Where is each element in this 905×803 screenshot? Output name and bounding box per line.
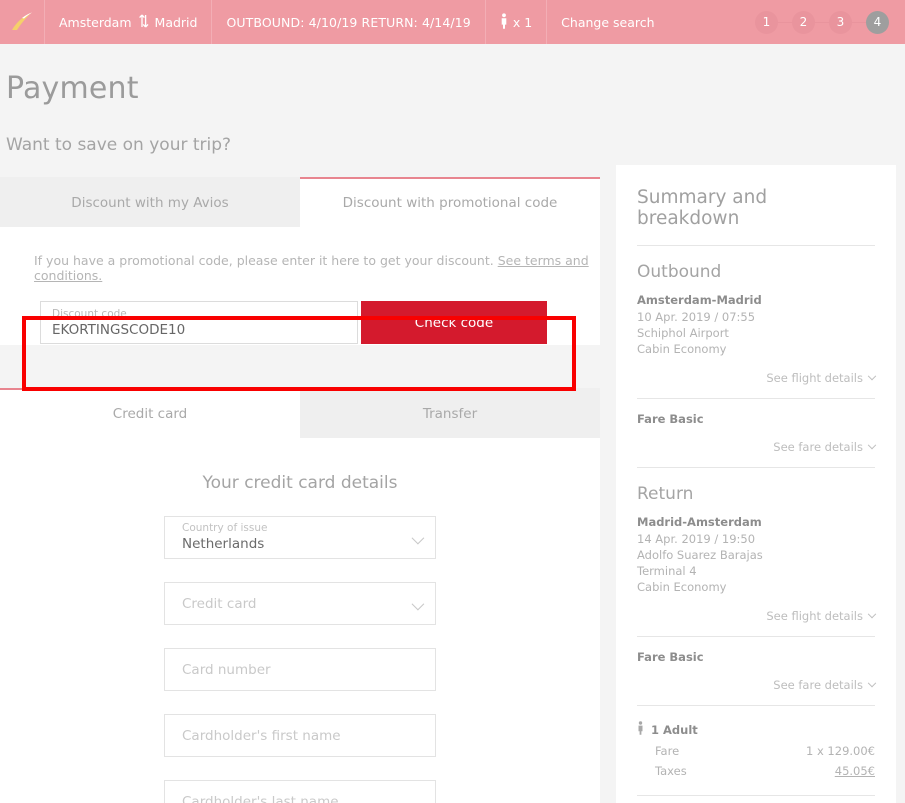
step-1[interactable]: 1 <box>755 10 778 34</box>
promo-input-row: Discount code EKORTINGSCODE10 Check code <box>0 283 600 344</box>
exchange-arrows-icon <box>138 14 149 31</box>
page-title: Payment <box>6 71 139 106</box>
cardholder-last-name-field[interactable]: Cardholder's last name <box>164 780 436 803</box>
leg-outbound-datetime: 10 Apr. 2019 / 07:55 <box>637 310 756 324</box>
promo-instructions-text: If you have a promotional code, please e… <box>34 253 494 268</box>
card-number-placeholder: Card number <box>182 661 271 678</box>
change-search-link[interactable]: Change search <box>547 0 668 44</box>
page-body: Payment Want to save on your trip? Disco… <box>0 44 905 803</box>
chevron-down-icon <box>867 440 877 450</box>
chevron-down-icon <box>867 371 877 381</box>
cardholder-first-name-placeholder: Cardholder's first name <box>182 727 341 744</box>
payment-tabs: Credit card Transfer <box>0 388 600 438</box>
fare-amount: 1 x 129.00€ <box>806 744 875 758</box>
header-spacer <box>669 0 755 44</box>
leg-return-cabin: Cabin Economy <box>637 580 727 594</box>
credit-card-type-placeholder: Credit card <box>182 595 257 612</box>
return-fare-details-link[interactable]: See fare details <box>637 664 877 705</box>
leg-return-datetime: 14 Apr. 2019 / 19:50 <box>637 532 756 546</box>
price-row-taxes: Taxes 45.05€ <box>637 761 875 781</box>
passenger-group-row: 1 Adult <box>637 706 875 741</box>
credit-card-heading: Your credit card details <box>202 473 398 493</box>
check-code-button[interactable]: Check code <box>361 301 547 344</box>
header-route: Amsterdam Madrid <box>45 0 213 44</box>
app-header: Amsterdam Madrid OUTBOUND: 4/10/19 RETUR… <box>0 0 905 44</box>
iberia-logo-icon <box>9 10 35 34</box>
outbound-fare-details-label: See fare details <box>773 440 863 454</box>
country-of-issue-field[interactable]: Country of issue Netherlands <box>164 516 436 559</box>
fare-label: Fare <box>655 744 680 758</box>
discount-code-label: Discount code <box>52 308 127 320</box>
chevron-down-icon <box>867 678 877 688</box>
left-column: Payment Want to save on your trip? Disco… <box>0 44 600 803</box>
iberia-logo[interactable] <box>0 0 45 44</box>
step-4[interactable]: 4 <box>866 10 889 34</box>
leg-outbound-heading: Outbound <box>637 262 722 282</box>
passenger-icon <box>637 721 644 738</box>
credit-card-type-field[interactable]: Credit card <box>164 582 436 625</box>
chevron-down-icon <box>867 609 877 619</box>
leg-return-terminal: Terminal 4 <box>637 564 697 578</box>
step-connector <box>778 21 792 23</box>
taxes-label: Taxes <box>655 764 687 778</box>
card-number-field[interactable]: Card number <box>164 648 436 691</box>
tab-credit-card[interactable]: Credit card <box>0 388 300 438</box>
leg-return-airport: Adolfo Suarez Barajas <box>637 548 763 562</box>
cardholder-last-name-placeholder: Cardholder's last name <box>182 793 339 803</box>
leg-return-heading: Return <box>637 484 694 504</box>
return-flight-details-link[interactable]: See flight details <box>637 595 877 636</box>
taxes-amount: 45.05€ <box>834 764 875 778</box>
leg-return: Return Madrid-Amsterdam 14 Apr. 2019 / 1… <box>637 468 877 706</box>
save-prompt-heading: Want to save on your trip? <box>6 135 232 155</box>
tab-discount-avios[interactable]: Discount with my Avios <box>0 177 300 227</box>
step-3[interactable]: 3 <box>829 10 852 34</box>
credit-card-panel: Your credit card details Country of issu… <box>0 438 600 803</box>
discount-tabs: Discount with my Avios Discount with pro… <box>0 177 600 227</box>
tab-transfer[interactable]: Transfer <box>300 388 600 438</box>
leg-outbound-airport: Schiphol Airport <box>637 326 729 340</box>
step-2[interactable]: 2 <box>792 10 815 34</box>
passenger-count: x 1 <box>512 14 533 30</box>
payment-section: Credit card Transfer Your credit card de… <box>0 388 600 803</box>
leg-outbound-route: Amsterdam-Madrid <box>637 293 762 307</box>
outbound-flight-details-label: See flight details <box>766 371 863 385</box>
header-dates: OUTBOUND: 4/10/19 RETURN: 4/14/19 <box>212 0 486 44</box>
leg-outbound: Outbound Amsterdam-Madrid 10 Apr. 2019 /… <box>637 246 877 468</box>
total-row: Total 174.05€ <box>637 796 875 803</box>
return-fare-details-label: See fare details <box>773 678 863 692</box>
route-origin: Amsterdam <box>59 14 132 30</box>
outbound-flight-details-link[interactable]: See flight details <box>637 357 877 398</box>
step-connector <box>852 21 866 23</box>
step-connector <box>815 21 829 23</box>
country-of-issue-value: Netherlands <box>182 536 265 552</box>
discount-code-input[interactable]: Discount code EKORTINGSCODE10 <box>40 301 358 344</box>
tab-discount-promo[interactable]: Discount with promotional code <box>300 177 600 227</box>
return-fare-name: Fare Basic <box>637 650 704 664</box>
outbound-fare-name: Fare Basic <box>637 412 704 426</box>
passenger-group-label: 1 Adult <box>651 722 698 737</box>
outbound-fare-details-link[interactable]: See fare details <box>637 426 877 467</box>
return-flight-details-label: See flight details <box>766 609 863 623</box>
route-destination: Madrid <box>154 14 198 30</box>
leg-return-route: Madrid-Amsterdam <box>637 515 762 529</box>
country-of-issue-label: Country of issue <box>182 522 268 534</box>
promo-panel: If you have a promotional code, please e… <box>0 227 600 345</box>
cardholder-first-name-field[interactable]: Cardholder's first name <box>164 714 436 757</box>
price-row-fare: Fare 1 x 129.00€ <box>637 741 875 761</box>
summary-title: Summary and breakdown <box>637 187 768 229</box>
summary-panel: Summary and breakdown Outbound Amsterdam… <box>616 165 896 803</box>
step-indicator: 1 2 3 4 <box>755 0 905 44</box>
passenger-icon <box>500 12 508 32</box>
discount-code-value: EKORTINGSCODE10 <box>52 322 186 338</box>
leg-outbound-cabin: Cabin Economy <box>637 342 727 356</box>
header-passengers: x 1 <box>486 0 548 44</box>
promo-instructions: If you have a promotional code, please e… <box>0 227 600 283</box>
